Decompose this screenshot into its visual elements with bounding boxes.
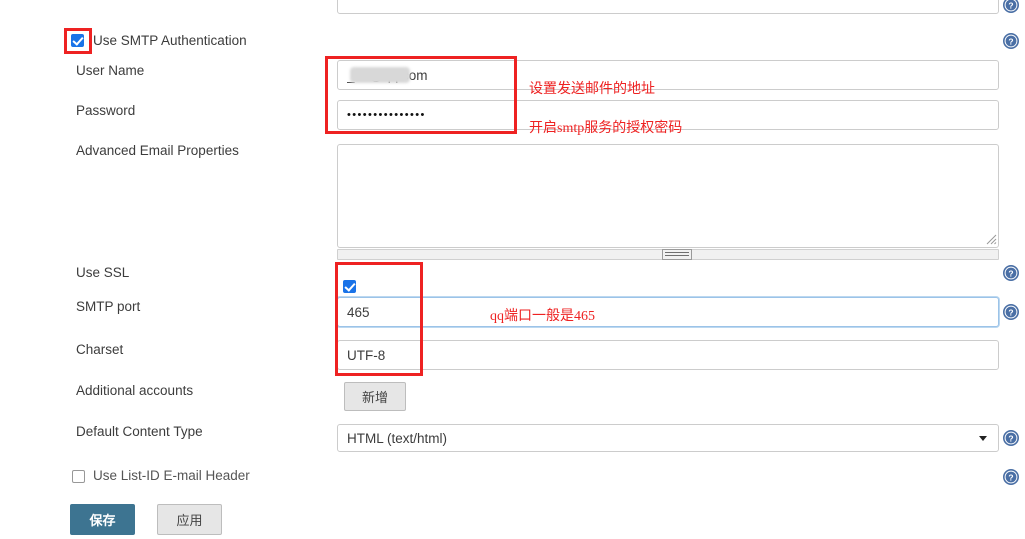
apply-button-label: 应用 [176, 513, 203, 528]
chevron-down-icon [979, 435, 987, 441]
smtp-port-label: SMTP port [76, 299, 141, 314]
help-icon[interactable]: ? [1003, 265, 1019, 281]
save-button-label: 保存 [89, 513, 116, 528]
password-mask-text: ••••••••••••••• [347, 108, 426, 121]
use-ssl-label: Use SSL [76, 265, 130, 280]
svg-text:?: ? [1008, 308, 1013, 318]
help-icon[interactable]: ? [1003, 430, 1019, 446]
previous-field-input[interactable] [337, 0, 999, 14]
annotation-smtp-auth-code: 开启smtp服务的授权密码 [529, 121, 683, 136]
apply-button[interactable]: 应用 [157, 504, 222, 535]
add-account-button[interactable]: 新增 [344, 382, 406, 411]
default-content-type-select[interactable]: HTML (text/html) [337, 424, 999, 452]
advanced-email-properties-textarea[interactable] [337, 144, 999, 248]
use-smtp-authentication-checkbox[interactable] [71, 34, 84, 47]
advanced-email-properties-label: Advanced Email Properties [76, 143, 239, 158]
annotation-sender-address: 设置发送邮件的地址 [529, 82, 655, 97]
charset-input[interactable] [337, 340, 999, 370]
additional-accounts-label: Additional accounts [76, 383, 194, 398]
charset-label: Charset [76, 342, 124, 357]
user-name-label: User Name [76, 63, 145, 78]
default-content-type-value: HTML (text/html) [347, 430, 448, 446]
smtp-port-input[interactable] [337, 297, 999, 327]
svg-text:?: ? [1008, 37, 1013, 47]
save-button[interactable]: 保存 [70, 504, 135, 535]
annotation-qq-port: qq端口一般是465 [490, 309, 595, 324]
default-content-type-label: Default Content Type [76, 424, 203, 439]
use-smtp-authentication-label: Use SMTP Authentication [93, 33, 247, 48]
svg-text:?: ? [1008, 473, 1013, 483]
svg-text:?: ? [1008, 269, 1013, 279]
help-icon[interactable]: ? [1003, 469, 1019, 485]
user-name-input[interactable] [337, 60, 999, 90]
smtp-settings-form: ? ? Use SMTP Authentication User Name Pa… [0, 0, 1025, 539]
help-icon[interactable]: ? [1003, 304, 1019, 320]
horizontal-scrollbar[interactable] [337, 249, 999, 260]
horizontal-scrollbar-thumb[interactable] [662, 249, 692, 260]
svg-text:?: ? [1008, 434, 1013, 444]
help-icon[interactable]: ? [1003, 0, 1019, 13]
use-list-id-label: Use List-ID E-mail Header [93, 468, 250, 483]
use-ssl-checkbox[interactable] [343, 280, 356, 293]
svg-text:?: ? [1008, 1, 1013, 11]
help-icon[interactable]: ? [1003, 33, 1019, 49]
add-account-button-label: 新增 [361, 390, 388, 405]
password-label: Password [76, 103, 136, 118]
use-list-id-checkbox[interactable] [72, 470, 85, 483]
redaction-overlay [350, 67, 410, 83]
